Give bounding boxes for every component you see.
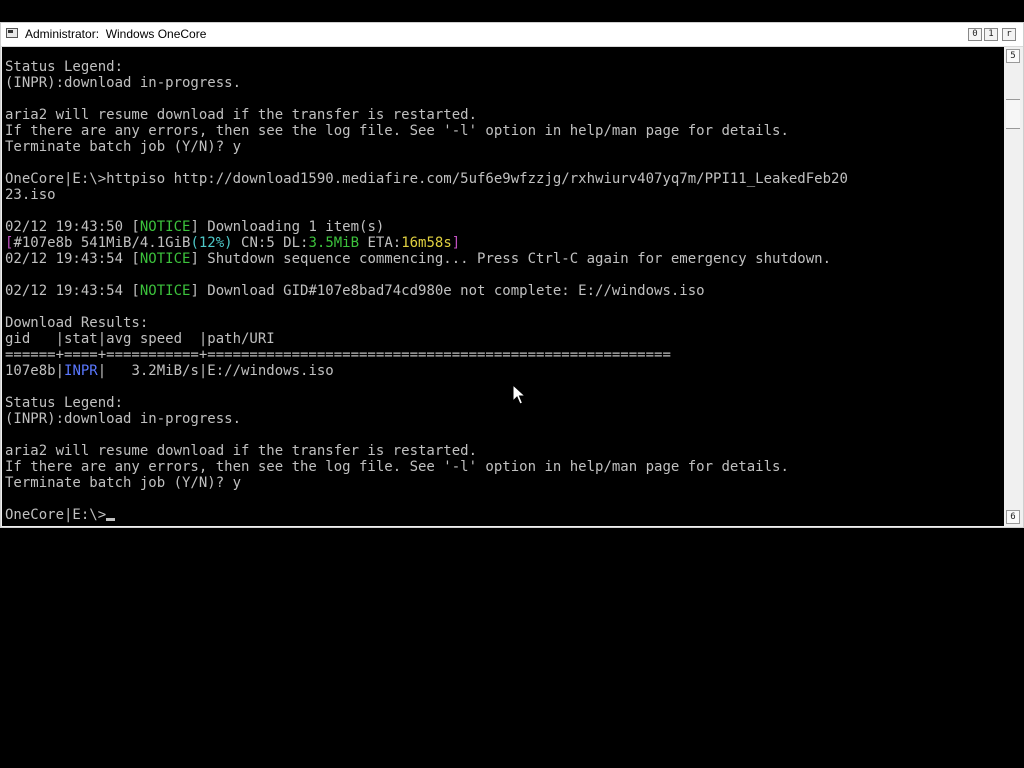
console-segment: ======+====+===========+================… (5, 347, 671, 363)
window-title: Administrator: Windows OneCore (25, 27, 207, 41)
console-line: If there are any errors, then see the lo… (5, 123, 848, 139)
console-segment: If there are any errors, then see the lo… (5, 123, 789, 139)
console-line: ======+====+===========+================… (5, 347, 848, 363)
console-segment: INPR (64, 363, 98, 379)
console-segment: aria2 will resume download if the transf… (5, 107, 478, 123)
console-segment: NOTICE (139, 251, 191, 267)
console-line: [#107e8b 541MiB/4.1GiB(12%) CN:5 DL:3.5M… (5, 235, 848, 251)
console-segment: (12%) (190, 235, 233, 251)
scroll-down-button[interactable]: 6 (1006, 510, 1020, 524)
console-segment: aria2 will resume download if the transf… (5, 443, 478, 459)
console-line: Status Legend: (5, 59, 848, 75)
console-line: OneCore|E:\>httpiso http://download1590.… (5, 171, 848, 187)
console-segment: CN:5 DL: (232, 235, 309, 251)
console-segment: #107e8b 541MiB/4.1GiB (13, 235, 191, 251)
console-segment: 16m58s (401, 235, 452, 251)
console-segment: ETA: (359, 235, 402, 251)
console-line: aria2 will resume download if the transf… (5, 107, 848, 123)
console-segment: NOTICE (139, 219, 191, 235)
console-segment: gid |stat|avg speed |path/URI (5, 331, 275, 347)
console-segment: ] Downloading 1 item(s) (190, 219, 385, 235)
console-segment: ] (451, 235, 461, 251)
console-segment: | 3.2MiB/s|E://windows.iso (97, 363, 334, 379)
console-line: 107e8b|INPR| 3.2MiB/s|E://windows.iso (5, 363, 848, 379)
console-line: 02/12 19:43:54 [NOTICE] Shutdown sequenc… (5, 251, 848, 267)
console-segment: (INPR):download in-progress. (5, 75, 242, 91)
console-segment: 107e8b| (5, 363, 65, 379)
console-line: aria2 will resume download if the transf… (5, 443, 848, 459)
title-bar[interactable]: Administrator: Windows OneCore 0 1 r (1, 23, 1023, 47)
console-segment: 3.5MiB (308, 235, 360, 251)
console-segment: 02/12 19:43:50 [ (5, 219, 140, 235)
console-output[interactable]: Status Legend: (INPR):download in-progres… (2, 47, 1004, 526)
console-segment: 02/12 19:43:54 [ (5, 283, 140, 299)
console-segment: OneCore|E:\>httpiso http://download1590.… (5, 171, 848, 187)
console-segment: NOTICE (139, 283, 191, 299)
console-segment: (INPR):download in-progress. (5, 411, 242, 427)
console-segment: Download Results: (5, 315, 149, 331)
console-window[interactable]: Administrator: Windows OneCore 0 1 r Sta… (0, 22, 1024, 528)
console-segment: ] Download GID#107e8bad74cd980e not comp… (190, 283, 705, 299)
console-window-icon[interactable] (6, 28, 18, 38)
console-segment: ] Shutdown sequence commencing... Press … (190, 251, 832, 267)
mouse-pointer-icon (512, 384, 526, 405)
console-line: Status Legend: (5, 395, 848, 411)
console-segment: Status Legend: (5, 395, 124, 411)
console-line: (INPR):download in-progress. (5, 75, 848, 91)
console-text: Status Legend: (INPR):download in-progres… (5, 59, 848, 523)
console-line: Terminate batch job (Y/N)? y (5, 475, 848, 491)
close-button[interactable]: r (1002, 28, 1016, 41)
console-segment: 02/12 19:43:54 [ (5, 251, 140, 267)
console-segment: 23.iso (5, 187, 56, 203)
console-line: 02/12 19:43:50 [NOTICE] Downloading 1 it… (5, 219, 848, 235)
console-segment: If there are any errors, then see the lo… (5, 459, 789, 475)
console-line: 23.iso (5, 187, 848, 203)
console-segment: Terminate batch job (Y/N)? y (5, 139, 242, 155)
console-line: 02/12 19:43:54 [NOTICE] Download GID#107… (5, 283, 848, 299)
scroll-thumb[interactable] (1006, 99, 1020, 129)
console-segment: OneCore|E:\> (5, 507, 107, 523)
maximize-button[interactable]: 1 (984, 28, 998, 41)
vertical-scrollbar[interactable]: 5 6 (1004, 47, 1022, 526)
text-cursor (106, 518, 116, 521)
console-segment: Terminate batch job (Y/N)? y (5, 475, 242, 491)
minimize-button[interactable]: 0 (968, 28, 982, 41)
scroll-up-button[interactable]: 5 (1006, 49, 1020, 63)
console-line: Terminate batch job (Y/N)? y (5, 139, 848, 155)
console-line: gid |stat|avg speed |path/URI (5, 331, 848, 347)
console-line: (INPR):download in-progress. (5, 411, 848, 427)
console-segment: Status Legend: (5, 59, 124, 75)
console-line: If there are any errors, then see the lo… (5, 459, 848, 475)
console-line: OneCore|E:\> (5, 507, 848, 523)
console-line: Download Results: (5, 315, 848, 331)
